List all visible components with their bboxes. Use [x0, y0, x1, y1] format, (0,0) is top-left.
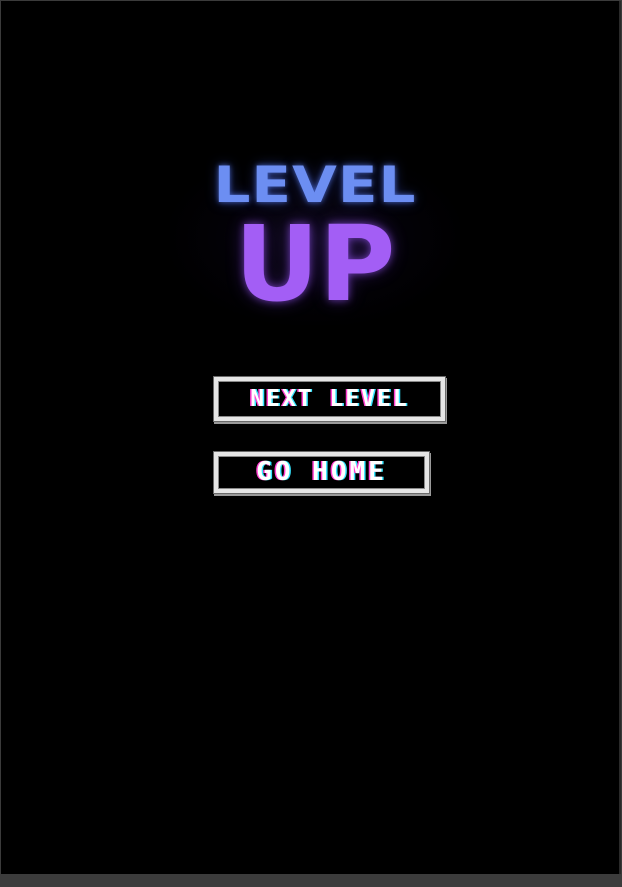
window-bottom-bar — [0, 874, 622, 887]
next-level-button[interactable]: NEXT LEVEL — [214, 377, 445, 421]
game-screen — [1, 1, 621, 874]
app-window: LEVEL UP NEXT LEVEL GO HOME — [0, 0, 622, 887]
go-home-button[interactable]: GO HOME — [214, 452, 429, 493]
title-up-text: UP — [234, 203, 396, 325]
